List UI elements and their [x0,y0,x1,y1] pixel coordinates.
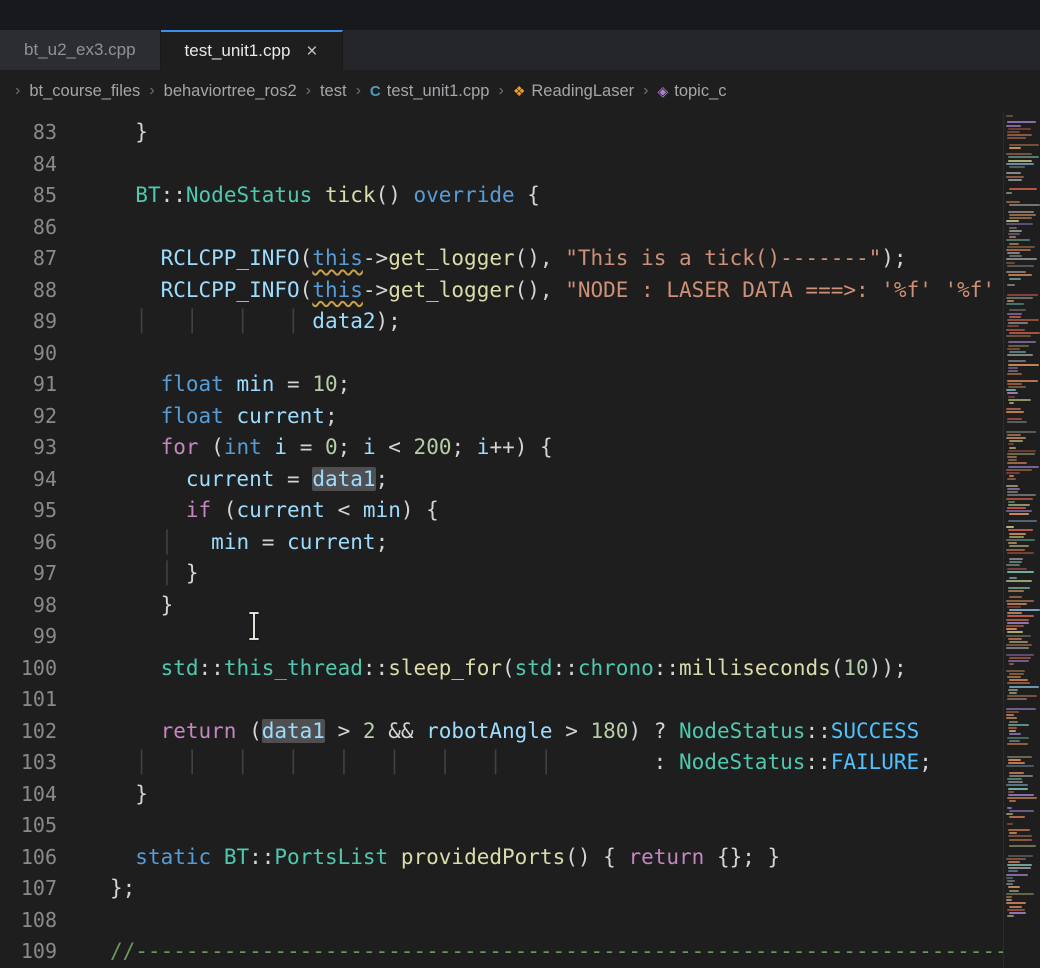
breadcrumb-label: ReadingLaser [531,82,634,101]
line-number[interactable]: 98 [0,590,70,622]
tab-bar: bt_u2_ex3.cpp test_unit1.cpp × [0,30,1040,70]
line-number[interactable]: 88 [0,275,70,307]
chevron-right-icon: › [149,82,154,100]
breadcrumb-label: behaviortree_ros2 [164,82,297,101]
code-line[interactable]: current = data1; [110,464,1003,496]
chevron-right-icon: › [499,82,504,100]
code-line[interactable] [110,905,1003,937]
code-line[interactable]: for (int i = 0; i < 200; i++) { [110,432,1003,464]
code-line[interactable]: │ } [110,558,1003,590]
close-icon[interactable]: × [306,42,317,61]
line-number[interactable]: 84 [0,149,70,181]
code-line[interactable] [110,621,1003,653]
line-number[interactable]: 91 [0,369,70,401]
line-number[interactable]: 103 [0,747,70,779]
symbol-method-icon: ◈ [657,84,668,98]
line-number[interactable]: 97 [0,558,70,590]
code-line[interactable]: │ min = current; [110,527,1003,559]
line-number[interactable]: 99 [0,621,70,653]
breadcrumb-item-test-unit1-cpp[interactable]: C test_unit1.cpp [370,82,490,101]
breadcrumb-label: bt_course_files [29,82,140,101]
code-line[interactable]: if (current < min) { [110,495,1003,527]
line-number[interactable]: 102 [0,716,70,748]
chevron-right-icon: › [356,82,361,100]
code-line[interactable]: │ │ │ │ data2); [110,306,1003,338]
line-number[interactable]: 104 [0,779,70,811]
breadcrumb: › bt_course_files › behaviortree_ros2 › … [0,70,1040,112]
line-number[interactable]: 92 [0,401,70,433]
code-line[interactable]: │ │ │ │ │ │ │ │ │ : NodeStatus::FAILURE; [110,747,1003,779]
code-line[interactable]: std::this_thread::sleep_for(std::chrono:… [110,653,1003,685]
minimap[interactable] [1003,112,1040,968]
code-line[interactable]: float min = 10; [110,369,1003,401]
breadcrumb-label: test_unit1.cpp [387,82,490,101]
tab-bt-u2-ex3[interactable]: bt_u2_ex3.cpp [0,30,161,70]
chevron-right-icon: › [643,82,648,100]
breadcrumb-item-bt-course-files[interactable]: bt_course_files [29,82,140,101]
title-bar [0,0,1040,30]
breadcrumb-label: topic_c [674,82,726,101]
tab-label: test_unit1.cpp [185,41,291,61]
code-line[interactable]: return (data1 > 2 && robotAngle > 180) ?… [110,716,1003,748]
code-line[interactable]: RCLCPP_INFO(this->get_logger(), "This is… [110,243,1003,275]
breadcrumb-item-topic-callback[interactable]: ◈ topic_c [657,82,726,101]
code-line[interactable] [110,149,1003,181]
chevron-right-icon: › [306,82,311,100]
line-number[interactable]: 86 [0,212,70,244]
code-line[interactable]: float current; [110,401,1003,433]
line-number[interactable]: 85 [0,180,70,212]
line-number[interactable]: 89 [0,306,70,338]
breadcrumb-item-behaviortree-ros2[interactable]: behaviortree_ros2 [164,82,297,101]
code-line[interactable]: //--------------------------------------… [110,936,1003,968]
line-number[interactable]: 90 [0,338,70,370]
line-number[interactable]: 95 [0,495,70,527]
line-number[interactable]: 93 [0,432,70,464]
symbol-class-icon: ❖ [513,84,526,98]
code-line[interactable]: static BT::PortsList providedPorts() { r… [110,842,1003,874]
code-line[interactable]: } [110,590,1003,622]
line-number[interactable]: 87 [0,243,70,275]
code-line[interactable]: }; [110,873,1003,905]
code-editor: 8384858687888990919293949596979899100101… [0,112,1040,968]
line-number[interactable]: 106 [0,842,70,874]
line-number[interactable]: 105 [0,810,70,842]
code-line[interactable] [110,810,1003,842]
code-line[interactable]: } [110,779,1003,811]
line-number[interactable]: 108 [0,905,70,937]
code-line[interactable] [110,684,1003,716]
gutter: 8384858687888990919293949596979899100101… [0,112,70,968]
code-lines[interactable]: } BT::NodeStatus tick() override { RCLCP… [70,112,1003,968]
line-number[interactable]: 83 [0,117,70,149]
line-number[interactable]: 100 [0,653,70,685]
cpp-file-icon: C [370,84,381,99]
breadcrumb-item-test[interactable]: test [320,82,347,101]
line-number[interactable]: 94 [0,464,70,496]
breadcrumb-label: test [320,82,347,101]
line-number[interactable]: 107 [0,873,70,905]
line-number[interactable]: 109 [0,936,70,968]
code-line[interactable] [110,338,1003,370]
code-line[interactable]: RCLCPP_INFO(this->get_logger(), "NODE : … [110,275,1003,307]
code-line[interactable]: BT::NodeStatus tick() override { [110,180,1003,212]
code-line[interactable] [110,212,1003,244]
tab-test-unit1[interactable]: test_unit1.cpp × [161,30,343,70]
chevron-right-icon: › [15,82,20,100]
tab-label: bt_u2_ex3.cpp [24,40,136,60]
breadcrumb-item-readinglaser[interactable]: ❖ ReadingLaser [513,82,634,101]
code-line[interactable]: } [110,117,1003,149]
line-number[interactable]: 101 [0,684,70,716]
line-number[interactable]: 96 [0,527,70,559]
